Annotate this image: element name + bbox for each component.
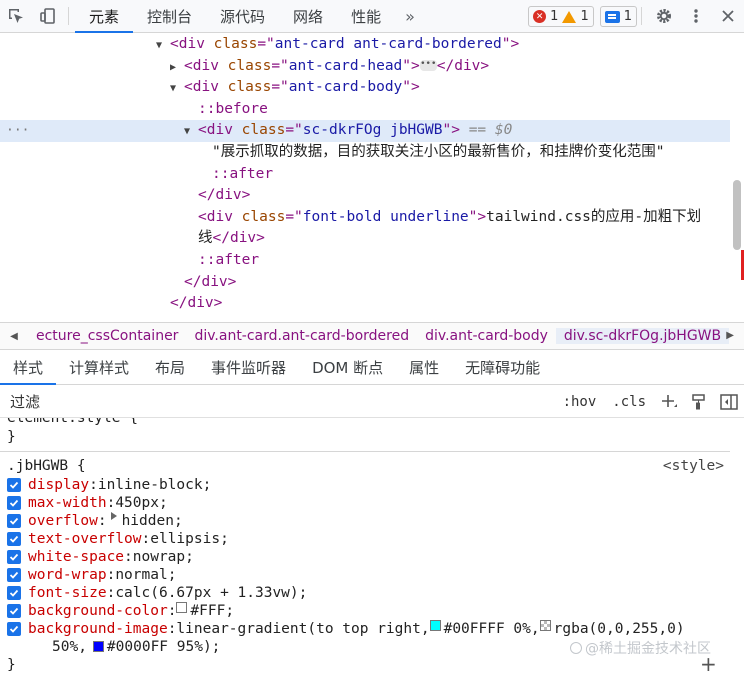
checkbox-checked-icon[interactable] xyxy=(7,568,21,582)
color-swatch-white[interactable] xyxy=(176,602,188,613)
filter-input[interactable]: 过滤 xyxy=(0,391,555,412)
tab-sources[interactable]: 源代码 xyxy=(206,0,279,32)
toolbar-divider xyxy=(68,7,69,25)
new-rule-plus-icon[interactable] xyxy=(654,394,684,410)
toggle-sidebar-icon[interactable] xyxy=(714,393,744,410)
checkbox-checked-icon[interactable] xyxy=(7,550,21,564)
breadcrumb-left-arrow-icon[interactable]: ◀ xyxy=(0,331,28,342)
declaration-white-space[interactable]: white-space: nowrap; xyxy=(0,548,730,566)
error-icon: ✕ xyxy=(533,10,547,23)
collapse-arrow-icon[interactable]: ▼ xyxy=(156,35,170,57)
collapse-arrow-icon[interactable]: ▼ xyxy=(184,121,198,143)
checkbox-checked-icon[interactable] xyxy=(7,496,21,510)
tab-network[interactable]: 网络 xyxy=(279,0,337,32)
tab-event-listeners[interactable]: 事件监听器 xyxy=(198,351,299,384)
breadcrumb-item[interactable]: ecture_cssContainer xyxy=(28,328,186,344)
breadcrumb-item[interactable]: div.ant-card.ant-card-bordered xyxy=(186,328,417,344)
checkbox-checked-icon[interactable] xyxy=(7,604,21,618)
toolbar-divider xyxy=(641,7,642,25)
tab-performance[interactable]: 性能 xyxy=(337,0,395,32)
tree-close-tag: </div> xyxy=(170,295,223,312)
tab-styles[interactable]: 样式 xyxy=(0,351,57,385)
gutter-ellipsis-icon[interactable]: ··· xyxy=(6,120,29,142)
tree-node-font-bold-cont[interactable]: 线</div> xyxy=(0,228,730,250)
tab-properties[interactable]: 属性 xyxy=(396,351,452,384)
tree-pseudo-after[interactable]: ::after xyxy=(0,250,730,272)
tab-layout[interactable]: 布局 xyxy=(142,351,198,384)
declaration-display[interactable]: display: inline-block; xyxy=(0,476,730,494)
color-swatch-blue[interactable] xyxy=(92,641,104,652)
warning-icon xyxy=(562,10,577,23)
color-swatch-cyan[interactable] xyxy=(429,620,441,631)
styles-filter-bar: 过滤 :hov .cls xyxy=(0,386,744,418)
checkbox-checked-icon[interactable] xyxy=(7,478,21,492)
tab-accessibility[interactable]: 无障碍功能 xyxy=(452,351,553,384)
rule-origin-link[interactable]: <style> xyxy=(663,457,724,476)
declaration-word-wrap[interactable]: word-wrap: normal; xyxy=(0,566,730,584)
ellipsis-icon[interactable]: ••• xyxy=(419,60,437,72)
tab-computed[interactable]: 计算样式 xyxy=(56,351,142,384)
declaration-background-color[interactable]: background-color: #FFF; xyxy=(0,602,730,620)
cls-button[interactable]: .cls xyxy=(604,394,654,410)
hov-button[interactable]: :hov xyxy=(555,394,605,410)
tree-node-ant-card-head[interactable]: ▶ <div class="ant-card-head">•••</div> xyxy=(0,56,730,78)
more-tabs-icon[interactable]: » xyxy=(395,0,425,32)
color-swatch-transparent-blue[interactable] xyxy=(539,620,551,631)
declaration-text-overflow[interactable]: text-overflow: ellipsis; xyxy=(0,530,730,548)
tree-node-ant-card[interactable]: ▼ <div class="ant-card ant-card-bordered"… xyxy=(0,34,730,56)
more-options-icon[interactable] xyxy=(680,0,712,32)
checkbox-checked-icon[interactable] xyxy=(7,532,21,546)
expand-arrow-icon[interactable]: ▶ xyxy=(170,57,184,79)
messages-counter[interactable]: 1 xyxy=(599,6,637,27)
selected-node-marker: == $0 xyxy=(468,122,513,139)
tab-console[interactable]: 控制台 xyxy=(133,0,206,32)
tree-node-font-bold[interactable]: <div class="font-bold underline">tailwin… xyxy=(0,207,730,229)
declaration-max-width[interactable]: max-width: 450px; xyxy=(0,494,730,512)
tree-node-selected[interactable]: ··· ▼ <div class="sc-dkrFOg jbHGWB"> == $… xyxy=(0,120,730,142)
breadcrumb-right-arrow-icon[interactable]: ▶ xyxy=(726,330,734,341)
declaration-overflow[interactable]: overflow: hidden; xyxy=(0,512,730,530)
tree-text-node[interactable]: "展示抓取的数据，目的获取关注小区的最新售价，和挂牌价变化范围" xyxy=(0,142,730,164)
collapse-arrow-icon[interactable]: ▼ xyxy=(170,78,184,100)
warning-count: 1 xyxy=(580,9,589,24)
declaration-font-size[interactable]: font-size: calc(6.67px + 1.33vw); xyxy=(0,584,730,602)
tree-node-ant-card-body[interactable]: ▼ <div class="ant-card-body"> xyxy=(0,77,730,99)
tree-scrollbar[interactable] xyxy=(733,180,741,250)
error-count: 1 xyxy=(550,9,559,24)
previous-rule-close: } xyxy=(7,429,16,445)
expand-shorthand-icon[interactable] xyxy=(110,512,117,520)
issues-counter[interactable]: ✕ 1 1 xyxy=(528,6,594,27)
checkbox-checked-icon[interactable] xyxy=(7,586,21,600)
watermark: @稀土掘金技术社区 xyxy=(570,638,711,658)
checkbox-checked-icon[interactable] xyxy=(7,622,21,636)
declaration-background-image[interactable]: background-image: linear-gradient(to top… xyxy=(0,620,730,638)
devtools-toolbar: 元素 控制台 源代码 网络 性能 » ✕ 1 1 1 xyxy=(0,0,744,33)
inspect-element-icon[interactable] xyxy=(0,0,32,32)
checkbox-checked-icon[interactable] xyxy=(7,514,21,528)
breadcrumb: ◀ ecture_cssContainer div.ant-card.ant-c… xyxy=(0,322,744,350)
rule-close-brace: } xyxy=(7,657,16,673)
elements-tree: ▼ <div class="ant-card ant-card-bordered"… xyxy=(0,34,730,322)
settings-gear-icon[interactable] xyxy=(648,0,680,32)
message-icon xyxy=(604,10,620,23)
add-rule-icon[interactable]: + xyxy=(700,652,717,676)
sidebar-tabs: 样式 计算样式 布局 事件监听器 DOM 断点 属性 无障碍功能 xyxy=(0,351,744,385)
tab-dom-breakpoints[interactable]: DOM 断点 xyxy=(299,351,396,384)
tree-close-tag: </div> xyxy=(184,273,237,290)
previous-rule: element.style { } xyxy=(0,418,730,452)
tab-elements[interactable]: 元素 xyxy=(75,0,134,33)
tree-close-tag: </div> xyxy=(198,187,251,204)
tree-pseudo-before[interactable]: ::before xyxy=(0,99,730,121)
tree-pseudo-after[interactable]: ::after xyxy=(0,164,730,186)
paint-roller-icon[interactable] xyxy=(684,393,714,410)
rule-selector[interactable]: .jbHGWB { xyxy=(7,457,86,476)
message-count: 1 xyxy=(623,9,632,24)
close-icon[interactable] xyxy=(712,0,744,32)
device-toolbar-icon[interactable] xyxy=(32,0,64,32)
breadcrumb-item-selected[interactable]: div.sc-dkrFOg.jbHGWB xyxy=(555,328,730,344)
breadcrumb-item[interactable]: div.ant-card-body xyxy=(417,328,556,344)
watermark-logo-icon xyxy=(570,642,582,654)
